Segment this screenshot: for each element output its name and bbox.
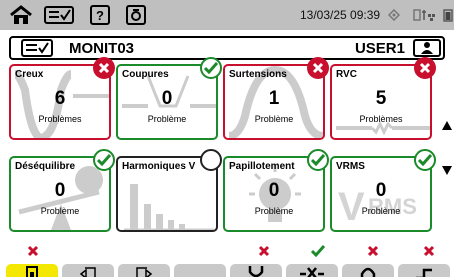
user-button[interactable] <box>413 39 441 57</box>
dip-filter-button[interactable] <box>230 264 282 277</box>
card-label: Problèmes <box>38 114 82 124</box>
card-value: 1 <box>268 88 280 109</box>
check-icon <box>200 57 222 79</box>
card-value: 6 <box>54 88 66 109</box>
home-icon[interactable] <box>6 0 36 30</box>
battery-icon <box>442 0 454 30</box>
export-left-button[interactable] <box>62 264 114 277</box>
svg-text:?: ? <box>96 8 104 23</box>
card-value: 0 <box>54 180 66 201</box>
rvc-icon <box>416 268 432 277</box>
card-label: Problème <box>254 206 294 216</box>
error-icon <box>366 244 380 258</box>
arrow-up-icon[interactable] <box>440 114 454 136</box>
title-bar: MONIT03 USER1 <box>9 36 445 60</box>
doc-arrow-right-icon <box>136 267 153 277</box>
camera-icon[interactable] <box>124 0 148 30</box>
card-label: Problème <box>361 206 401 216</box>
arrow-down-icon[interactable] <box>440 160 454 182</box>
doc-arrow-left-icon <box>79 267 96 277</box>
card-value: 0 <box>375 180 387 201</box>
user-icon <box>421 42 433 54</box>
network-icon <box>412 0 438 30</box>
overview-button[interactable] <box>6 264 58 277</box>
document-icon <box>26 266 38 277</box>
checklist-icon <box>21 39 53 62</box>
empty-status-icon <box>200 149 222 171</box>
empty-tab-button[interactable] <box>174 264 226 277</box>
checklist-icon[interactable] <box>42 0 76 30</box>
card-title: Surtensions <box>229 69 287 80</box>
card-label: Problème <box>254 114 294 124</box>
card-title: Déséquilibre <box>15 161 76 172</box>
dip-wave-icon <box>248 266 264 277</box>
error-icon <box>257 244 271 258</box>
check-icon <box>414 149 436 171</box>
swell-filter-button[interactable] <box>342 264 394 277</box>
check-icon <box>311 244 325 258</box>
screen: ? 13/03/25 09:39 MONIT03 USER1 Creux 6 P… <box>0 0 454 277</box>
error-icon <box>307 57 329 79</box>
datetime: 13/03/25 09:39 <box>300 8 381 22</box>
error-icon <box>26 244 40 258</box>
card-label: Problèmes <box>359 114 403 124</box>
card-value: 0 <box>161 88 173 109</box>
page-title: MONIT03 <box>69 40 135 57</box>
check-icon <box>307 149 329 171</box>
swell-wave-icon <box>360 267 376 277</box>
error-icon <box>93 57 115 79</box>
card-value: 0 <box>268 180 280 201</box>
card-title: RVC <box>336 69 357 80</box>
interruption-filter-button[interactable] <box>286 264 338 277</box>
card-title: VRMS <box>336 161 365 172</box>
help-icon[interactable]: ? <box>88 0 112 30</box>
error-icon <box>414 57 436 79</box>
error-icon <box>422 244 436 258</box>
check-icon <box>93 149 115 171</box>
card-label: Problème <box>40 206 80 216</box>
rvc-filter-button[interactable] <box>398 264 450 277</box>
gps-icon <box>386 0 402 30</box>
user-name: USER1 <box>354 40 405 57</box>
export-right-button[interactable] <box>118 264 170 277</box>
status-bar: ? 13/03/25 09:39 <box>0 0 454 30</box>
interruption-icon <box>300 267 324 277</box>
card-title: Creux <box>15 69 44 80</box>
card-title: Coupures <box>122 69 169 80</box>
card-title: Papillotement <box>229 161 295 172</box>
card-label: Problème <box>147 114 187 124</box>
card-title: Harmoniques V <box>122 161 196 172</box>
card-value: 5 <box>375 88 387 109</box>
